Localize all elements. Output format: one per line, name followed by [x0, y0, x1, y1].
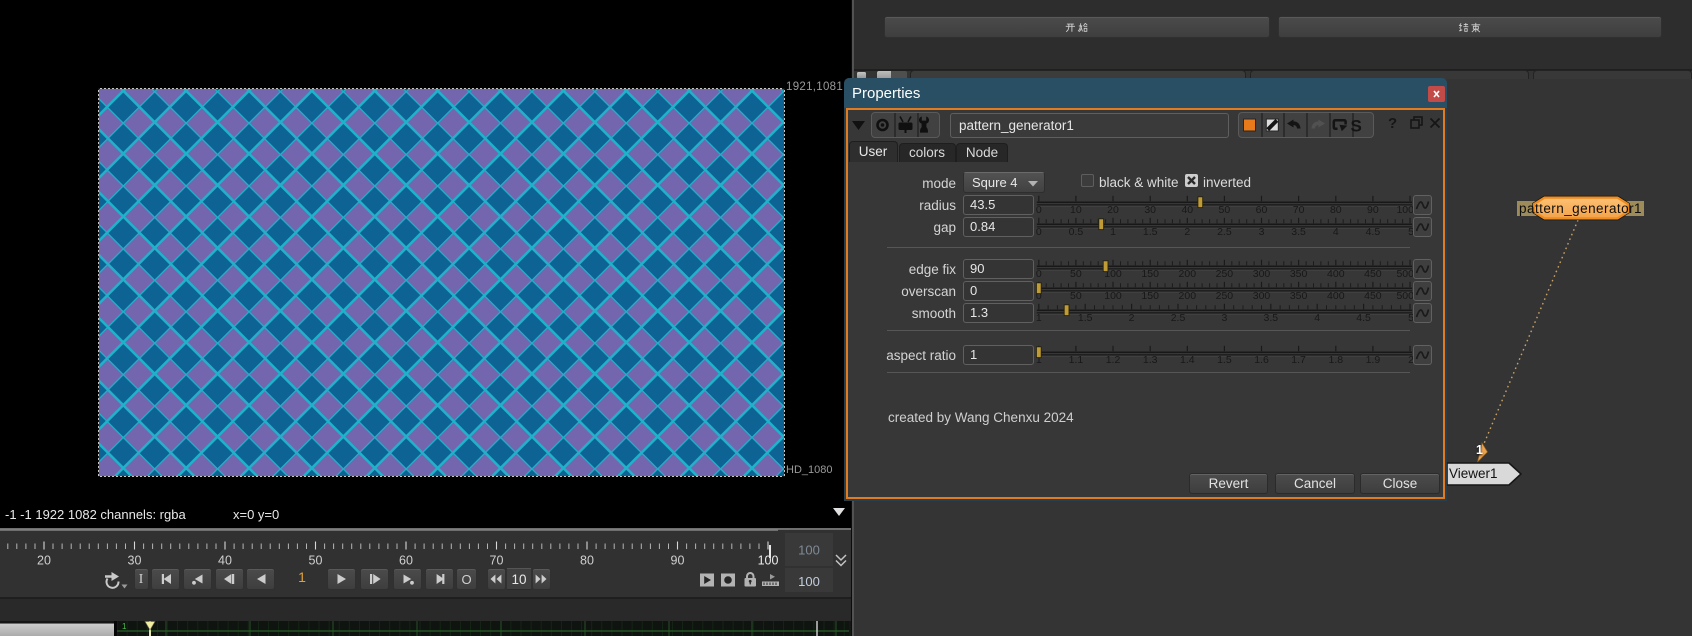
svg-text:500: 500 [1396, 268, 1414, 280]
svg-text:200: 200 [1179, 290, 1197, 302]
svg-text:20: 20 [37, 554, 51, 568]
svg-text:90: 90 [1367, 204, 1379, 216]
svg-text:4: 4 [1333, 226, 1339, 238]
svg-text:60: 60 [1256, 204, 1268, 216]
svg-text:2: 2 [1184, 226, 1190, 238]
svg-text:4: 4 [1314, 312, 1320, 324]
svg-text:1.1: 1.1 [1069, 354, 1084, 366]
svg-text:0: 0 [1036, 268, 1042, 280]
svg-text:3: 3 [1259, 226, 1265, 238]
svg-text:60: 60 [399, 554, 413, 568]
svg-text:100: 100 [758, 554, 779, 568]
svg-text:3: 3 [1221, 312, 1227, 324]
svg-text:1: 1 [1110, 226, 1116, 238]
svg-text:2.5: 2.5 [1171, 312, 1186, 324]
svg-text:1.5: 1.5 [1217, 354, 1232, 366]
svg-text:0: 0 [1036, 204, 1042, 216]
svg-text:150: 150 [1141, 268, 1159, 280]
svg-text:4.5: 4.5 [1356, 312, 1371, 324]
svg-text:S: S [1351, 117, 1362, 136]
svg-text:50: 50 [1219, 204, 1231, 216]
svg-text:70: 70 [1293, 204, 1305, 216]
svg-text:1: 1 [1036, 312, 1042, 324]
svg-text:50: 50 [1070, 268, 1082, 280]
svg-text:3.5: 3.5 [1291, 226, 1306, 238]
svg-text:1.4: 1.4 [1180, 354, 1195, 366]
svg-text:1.6: 1.6 [1254, 354, 1269, 366]
svg-text:500: 500 [1396, 290, 1414, 302]
svg-text:3.5: 3.5 [1263, 312, 1278, 324]
svg-text:40: 40 [218, 554, 232, 568]
svg-text:50: 50 [1070, 290, 1082, 302]
svg-text:400: 400 [1327, 290, 1345, 302]
svg-text:30: 30 [1144, 204, 1156, 216]
svg-text:0: 0 [1036, 226, 1042, 238]
svg-text:450: 450 [1364, 268, 1382, 280]
svg-text:350: 350 [1290, 268, 1308, 280]
svg-text:30: 30 [128, 554, 142, 568]
svg-text:100: 100 [1104, 290, 1122, 302]
svg-text:1.7: 1.7 [1291, 354, 1306, 366]
svg-text:100: 100 [798, 574, 820, 589]
svg-text:40: 40 [1181, 204, 1193, 216]
svg-text:150: 150 [1141, 290, 1159, 302]
svg-text:20: 20 [1107, 204, 1119, 216]
svg-text:10: 10 [1070, 204, 1082, 216]
svg-text:1: 1 [122, 622, 127, 631]
svg-text:1.9: 1.9 [1366, 354, 1381, 366]
svg-text:100: 100 [798, 543, 820, 558]
svg-text:300: 300 [1253, 268, 1271, 280]
svg-text:250: 250 [1216, 268, 1234, 280]
svg-text:1.2: 1.2 [1106, 354, 1121, 366]
svg-text:1.8: 1.8 [1328, 354, 1343, 366]
svg-text:90: 90 [671, 554, 685, 568]
svg-text:50: 50 [309, 554, 323, 568]
svg-text:80: 80 [580, 554, 594, 568]
svg-text:400: 400 [1327, 268, 1345, 280]
svg-text:2: 2 [1129, 312, 1135, 324]
svg-text:250: 250 [1216, 290, 1234, 302]
svg-text:1.5: 1.5 [1143, 226, 1158, 238]
svg-text:80: 80 [1330, 204, 1342, 216]
svg-text:0.5: 0.5 [1069, 226, 1084, 238]
svg-text:4.5: 4.5 [1366, 226, 1381, 238]
svg-text:200: 200 [1179, 268, 1197, 280]
svg-text:70: 70 [490, 554, 504, 568]
svg-text:300: 300 [1253, 290, 1271, 302]
svg-text:2.5: 2.5 [1217, 226, 1232, 238]
svg-text:450: 450 [1364, 290, 1382, 302]
svg-text:100: 100 [1396, 204, 1414, 216]
svg-text:350: 350 [1290, 290, 1308, 302]
svg-text:1.5: 1.5 [1078, 312, 1093, 324]
svg-text:1.3: 1.3 [1143, 354, 1158, 366]
